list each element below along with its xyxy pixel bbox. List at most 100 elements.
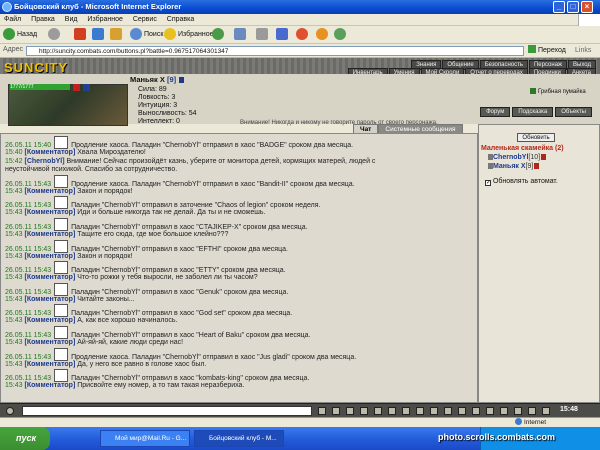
- task-combats[interactable]: Бойцовский клуб - M...: [194, 430, 284, 447]
- message-author[interactable]: [Комментатор]: [24, 209, 75, 216]
- message-time[interactable]: 26.05.11 15:43: [5, 289, 51, 296]
- sound-icon[interactable]: [542, 407, 550, 415]
- message-author[interactable]: [ChernobYl]: [24, 158, 64, 165]
- message-author[interactable]: [Комментатор]: [24, 149, 75, 156]
- chat-menu-icon[interactable]: [6, 407, 14, 415]
- refresh-button[interactable]: [92, 28, 106, 42]
- friends-icon[interactable]: [388, 407, 396, 415]
- message-time[interactable]: 15:43: [5, 382, 23, 389]
- close-button[interactable]: ×: [581, 1, 593, 13]
- send-icon[interactable]: [318, 407, 326, 415]
- start-button[interactable]: пуск: [0, 427, 50, 450]
- info-flag-icon[interactable]: [179, 77, 185, 83]
- clear-icon[interactable]: [332, 407, 340, 415]
- objects-button[interactable]: Объекты: [555, 107, 592, 117]
- hint-button[interactable]: Подсказка: [512, 107, 554, 117]
- message-time[interactable]: 26.05.11 15:43: [5, 332, 51, 339]
- auto-update-toggle[interactable]: ✓ Обновлять автомат.: [485, 178, 558, 186]
- message-time[interactable]: 26.05.11 15:43: [5, 354, 51, 361]
- go-button[interactable]: Переход: [528, 45, 566, 57]
- message-time[interactable]: 15:40: [5, 149, 23, 156]
- maximize-button[interactable]: □: [567, 1, 579, 13]
- mail-button[interactable]: [234, 28, 248, 42]
- message-time[interactable]: 15:43: [5, 296, 23, 303]
- message-author[interactable]: [Комментатор]: [24, 361, 75, 368]
- message-author[interactable]: [Комментатор]: [24, 231, 75, 238]
- message-time[interactable]: 15:43: [5, 339, 23, 346]
- menu-view[interactable]: Вид: [61, 14, 82, 26]
- message-time[interactable]: 15:43: [5, 188, 23, 195]
- clan-icon[interactable]: [500, 407, 508, 415]
- location-label: Грибная пумайка: [530, 88, 586, 95]
- message-time[interactable]: 26.05.11 15:43: [5, 181, 51, 188]
- stat-agility: Ловкость: 3: [138, 94, 176, 101]
- edit-button[interactable]: [276, 28, 290, 42]
- help-icon[interactable]: [528, 407, 536, 415]
- smiley-icon[interactable]: [346, 407, 354, 415]
- message-author[interactable]: [Комментатор]: [24, 339, 75, 346]
- search-button[interactable]: Поиск: [130, 28, 163, 42]
- message-time[interactable]: 15:43: [5, 253, 23, 260]
- favorites-button[interactable]: Избранное: [164, 28, 213, 42]
- chat-input[interactable]: [22, 406, 312, 416]
- forward-button[interactable]: [48, 28, 62, 42]
- print-button[interactable]: [256, 28, 270, 42]
- links-label[interactable]: Links: [575, 45, 591, 57]
- paladin-shield-icon: [54, 325, 69, 339]
- scroll-icon[interactable]: [444, 407, 452, 415]
- translit-icon[interactable]: [402, 407, 410, 415]
- message-author[interactable]: [Комментатор]: [24, 296, 75, 303]
- fight-icon[interactable]: [486, 407, 494, 415]
- message-time[interactable]: 15:43: [5, 209, 23, 216]
- room-user[interactable]: Маньяк X[9]: [487, 163, 540, 170]
- room-user[interactable]: ChernobYl[10]: [487, 154, 547, 161]
- message-time[interactable]: 26.05.11 15:43: [5, 310, 51, 317]
- menu-favorites[interactable]: Избранное: [83, 14, 126, 26]
- message-time[interactable]: 15:43: [5, 361, 23, 368]
- history-button[interactable]: [212, 28, 226, 42]
- message-time[interactable]: 15:43: [5, 274, 23, 281]
- tool-button[interactable]: [334, 28, 348, 42]
- status-blue-icon[interactable]: [82, 84, 90, 91]
- anonymous-icon[interactable]: [458, 407, 466, 415]
- back-button[interactable]: Назад: [3, 28, 37, 42]
- message-time[interactable]: 15:43: [5, 231, 23, 238]
- info-icon[interactable]: [541, 154, 547, 160]
- menu-bar: Файл Правка Вид Избранное Сервис Справка: [0, 14, 600, 26]
- character-name[interactable]: Маньяк X [9]: [130, 75, 185, 84]
- mailru-button[interactable]: [316, 28, 330, 42]
- menu-file[interactable]: Файл: [0, 14, 25, 26]
- info-icon[interactable]: [534, 163, 540, 169]
- trade-icon[interactable]: [514, 407, 522, 415]
- settings-icon[interactable]: [374, 407, 382, 415]
- message-time[interactable]: 26.05.11 15:40: [5, 142, 51, 149]
- home-button[interactable]: [110, 28, 124, 42]
- log-icon[interactable]: [416, 407, 424, 415]
- task-mailru[interactable]: Мой мир@Mail.Ru - G...: [100, 430, 190, 447]
- menu-edit[interactable]: Правка: [27, 14, 59, 26]
- auto-update-checkbox[interactable]: ✓: [485, 180, 491, 186]
- chat-message: 15:43 [Комментатор] Закон и порядок!: [5, 188, 477, 197]
- menu-help[interactable]: Справка: [163, 14, 198, 26]
- refresh-room-button[interactable]: Обновить: [517, 133, 555, 142]
- private-icon[interactable]: [430, 407, 438, 415]
- message-time[interactable]: 15:42: [5, 158, 23, 165]
- filter-icon[interactable]: [360, 407, 368, 415]
- message-author[interactable]: [Комментатор]: [24, 317, 75, 324]
- character-portrait[interactable]: [8, 84, 128, 126]
- messenger-button[interactable]: [296, 28, 310, 42]
- message-time[interactable]: 26.05.11 15:43: [5, 246, 51, 253]
- message-time[interactable]: 15:43: [5, 317, 23, 324]
- message-author[interactable]: [Комментатор]: [24, 253, 75, 260]
- menu-tools[interactable]: Сервис: [129, 14, 161, 26]
- address-input[interactable]: http://suncity.combats.com/buttons.pl?ba…: [26, 46, 524, 56]
- stop-button[interactable]: [74, 28, 88, 42]
- message-author[interactable]: [Комментатор]: [24, 188, 75, 195]
- message-author[interactable]: [Комментатор]: [24, 274, 75, 281]
- forum-button[interactable]: Форум: [480, 107, 511, 117]
- status-red-icon[interactable]: [73, 84, 80, 91]
- message-author[interactable]: [Комментатор]: [24, 382, 75, 389]
- message-time[interactable]: 26.05.11 15:43: [5, 224, 51, 231]
- minimize-button[interactable]: _: [553, 1, 565, 13]
- silence-icon[interactable]: [472, 407, 480, 415]
